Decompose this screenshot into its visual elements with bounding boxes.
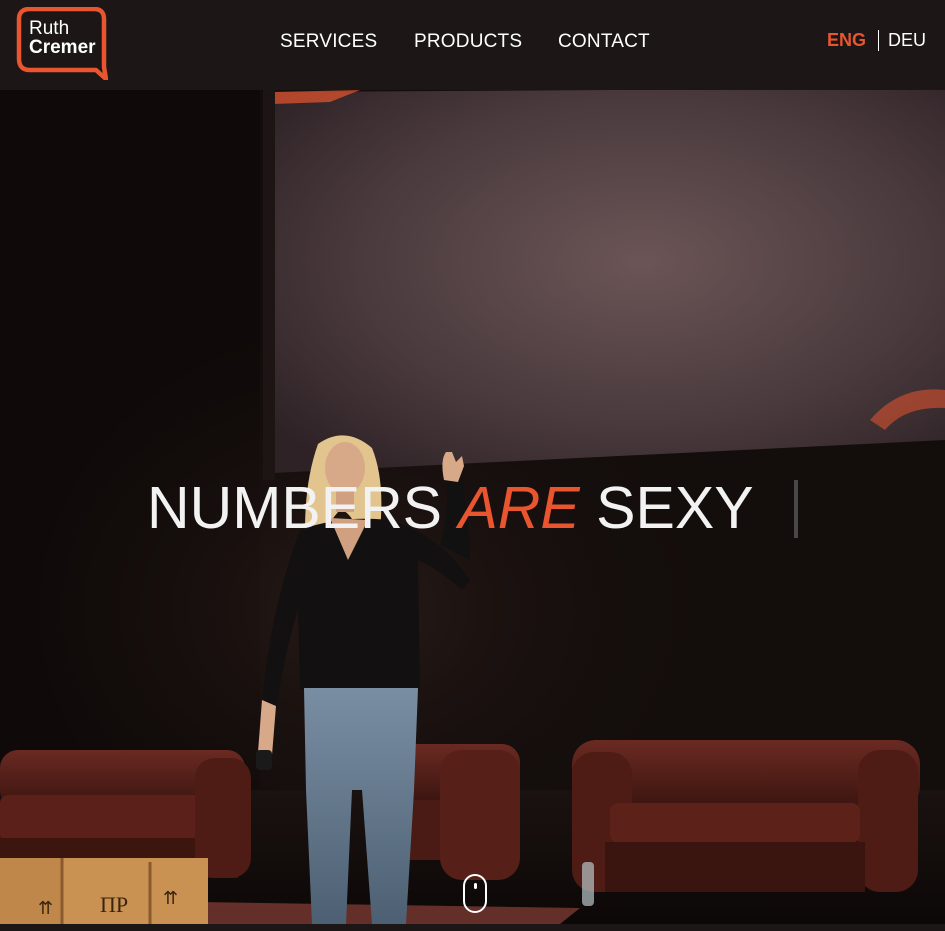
headline-word-are: ARE — [458, 475, 580, 541]
logo-text-cremer: Cremer — [29, 37, 96, 58]
right-sofa — [572, 740, 920, 892]
nav-contact[interactable]: CONTACT — [558, 30, 650, 54]
wooden-crates: ΠP ⇈ ⇈ — [0, 858, 208, 924]
hero-section: ΠP ⇈ ⇈ NUMBERS ARE SEXY — [0, 90, 945, 924]
site-header: Ruth Cremer SERVICES PRODUCTS CONTACT EN… — [0, 0, 945, 90]
svg-text:ΠP: ΠP — [100, 892, 128, 917]
scroll-mouse-icon[interactable] — [463, 874, 487, 913]
bottom-edge — [0, 924, 945, 931]
logo[interactable]: Ruth Cremer — [16, 7, 108, 80]
hero-headline: NUMBERS ARE SEXY — [147, 476, 754, 540]
typing-cursor — [794, 480, 798, 538]
headline-word-numbers: NUMBERS — [147, 475, 443, 541]
svg-text:⇈: ⇈ — [163, 888, 178, 908]
nav-products[interactable]: PRODUCTS — [414, 30, 522, 54]
lang-eng-link[interactable]: ENG — [827, 29, 866, 51]
headline-word-sexy: SEXY — [596, 475, 754, 541]
nav-services[interactable]: SERVICES — [280, 30, 377, 54]
lang-deu-link[interactable]: DEU — [888, 29, 926, 51]
lang-divider — [878, 30, 879, 51]
svg-text:⇈: ⇈ — [38, 898, 53, 918]
logo-text-ruth: Ruth — [29, 18, 70, 39]
scroll-wheel — [474, 883, 477, 889]
